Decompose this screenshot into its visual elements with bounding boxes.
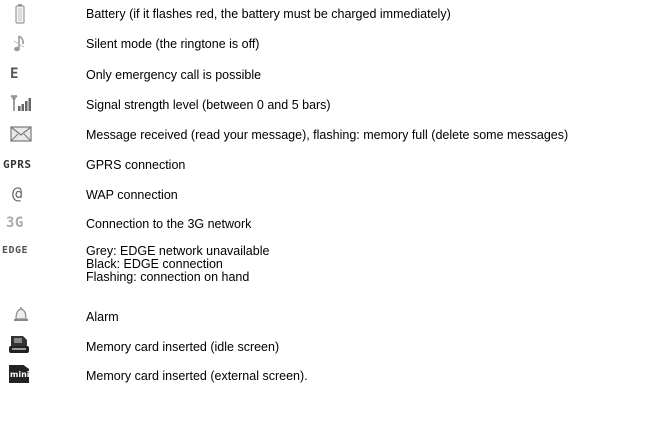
emergency-e-icon: E	[10, 66, 19, 82]
envelope-icon	[0, 126, 50, 142]
legend-description: Memory card inserted (external screen).	[86, 369, 308, 383]
legend-description: WAP connection	[86, 188, 178, 202]
memory-card-external-icon: mini	[0, 365, 49, 383]
alarm-bell-icon	[0, 306, 53, 324]
legend-description: Memory card inserted (idle screen)	[86, 340, 280, 354]
edge-icon: EDGE	[2, 245, 29, 256]
legend-description: Message received (read your message), fl…	[86, 128, 569, 142]
signal-strength-icon	[0, 94, 50, 114]
legend-description: Grey: EDGE network unavailable Black: ED…	[86, 244, 270, 284]
memory-card-idle-icon	[0, 335, 48, 355]
gprs-icon: GPRS	[3, 158, 32, 171]
legend-description: Battery (if it flashes red, the battery …	[86, 7, 451, 21]
legend-description: Connection to the 3G network	[86, 217, 252, 231]
legend-description: Signal strength level (between 0 and 5 b…	[86, 98, 331, 112]
wap-at-icon: @	[12, 184, 23, 204]
battery-icon	[0, 4, 40, 24]
legend-description: Only emergency call is possible	[86, 68, 262, 82]
legend-description: GPRS connection	[86, 158, 186, 172]
legend-description: Alarm	[86, 310, 119, 324]
legend-description: Silent mode (the ringtone is off)	[86, 37, 260, 51]
3g-icon: 3G	[6, 215, 24, 231]
silent-mode-icon	[0, 34, 40, 54]
